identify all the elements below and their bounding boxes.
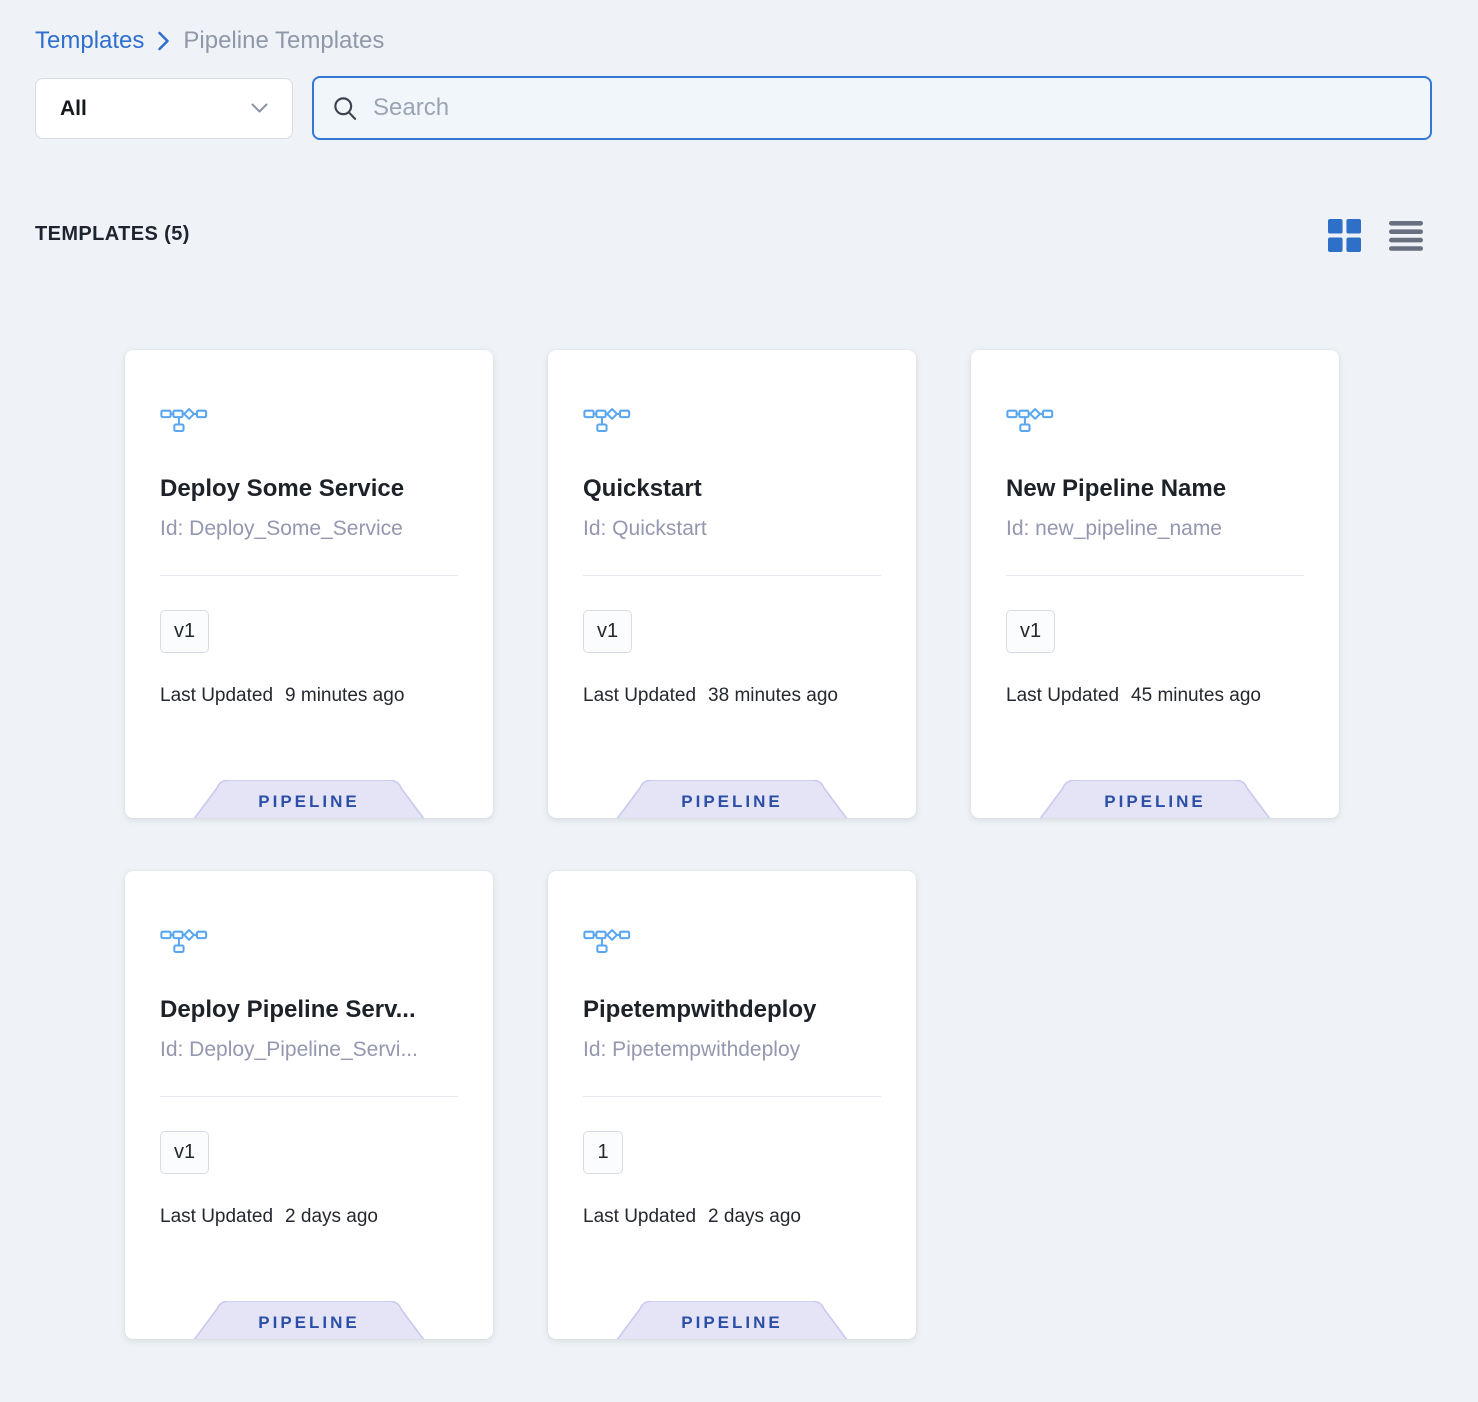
- card-id: Id: Quickstart: [583, 516, 881, 542]
- last-updated-value: 2 days ago: [708, 1206, 801, 1228]
- chevron-right-icon: [157, 30, 170, 52]
- section-title: TEMPLATES (5): [35, 223, 190, 246]
- version-badge: 1: [583, 1131, 623, 1174]
- last-updated-label: Last Updated: [160, 1206, 273, 1228]
- version-badge: v1: [160, 1131, 209, 1174]
- pipeline-badge: PIPELINE: [614, 780, 850, 818]
- last-updated-row: Last Updated 2 days ago: [160, 1206, 458, 1228]
- card-title: Pipetempwithdeploy: [583, 995, 881, 1025]
- pipeline-icon: [160, 926, 208, 954]
- version-badge: v1: [160, 610, 209, 653]
- last-updated-label: Last Updated: [1006, 685, 1119, 707]
- template-card[interactable]: Deploy Some Service Id: Deploy_Some_Serv…: [125, 350, 493, 818]
- version-badge: v1: [1006, 610, 1055, 653]
- chevron-down-icon: [251, 103, 268, 114]
- pipeline-badge: PIPELINE: [614, 1301, 850, 1339]
- pipeline-icon: [160, 405, 208, 433]
- view-toggles: [1328, 219, 1423, 252]
- card-id: Id: Deploy_Some_Service: [160, 516, 458, 542]
- breadcrumb-link-templates[interactable]: Templates: [35, 26, 144, 56]
- pipeline-badge-label: PIPELINE: [614, 780, 850, 818]
- last-updated-label: Last Updated: [583, 685, 696, 707]
- template-card[interactable]: Deploy Pipeline Serv... Id: Deploy_Pipel…: [125, 871, 493, 1339]
- search-box: [312, 76, 1432, 140]
- last-updated-row: Last Updated 9 minutes ago: [160, 685, 458, 707]
- filter-dropdown[interactable]: All: [35, 78, 293, 139]
- last-updated-value: 45 minutes ago: [1131, 685, 1261, 707]
- version-badge: v1: [583, 610, 632, 653]
- last-updated-label: Last Updated: [160, 685, 273, 707]
- grid-view-button[interactable]: [1328, 219, 1361, 252]
- last-updated-row: Last Updated 2 days ago: [583, 1206, 881, 1228]
- pipeline-badge: PIPELINE: [191, 780, 427, 818]
- template-card[interactable]: New Pipeline Name Id: new_pipeline_name …: [971, 350, 1339, 818]
- pipeline-icon: [583, 405, 631, 433]
- pipeline-badge-label: PIPELINE: [1037, 780, 1273, 818]
- last-updated-row: Last Updated 38 minutes ago: [583, 685, 881, 707]
- search-icon: [332, 95, 359, 122]
- pipeline-badge: PIPELINE: [191, 1301, 427, 1339]
- last-updated-row: Last Updated 45 minutes ago: [1006, 685, 1304, 707]
- pipeline-badge-label: PIPELINE: [191, 780, 427, 818]
- template-card-grid: Deploy Some Service Id: Deploy_Some_Serv…: [125, 350, 1339, 1339]
- last-updated-value: 9 minutes ago: [285, 685, 404, 707]
- list-view-button[interactable]: [1389, 221, 1423, 251]
- card-id: Id: Pipetempwithdeploy: [583, 1037, 881, 1063]
- pipeline-badge: PIPELINE: [1037, 780, 1273, 818]
- breadcrumb: Templates Pipeline Templates: [35, 26, 384, 56]
- breadcrumb-current: Pipeline Templates: [183, 26, 384, 56]
- grid-view-icon: [1328, 219, 1361, 252]
- last-updated-value: 2 days ago: [285, 1206, 378, 1228]
- last-updated-label: Last Updated: [583, 1206, 696, 1228]
- pipeline-badge-label: PIPELINE: [614, 1301, 850, 1339]
- list-view-icon: [1389, 221, 1423, 251]
- pipeline-icon: [1006, 405, 1054, 433]
- card-id: Id: Deploy_Pipeline_Servi...: [160, 1037, 458, 1063]
- card-title: New Pipeline Name: [1006, 474, 1304, 504]
- pipeline-icon: [583, 926, 631, 954]
- card-title: Deploy Pipeline Serv...: [160, 995, 458, 1025]
- template-card[interactable]: Pipetempwithdeploy Id: Pipetempwithdeplo…: [548, 871, 916, 1339]
- card-id: Id: new_pipeline_name: [1006, 516, 1304, 542]
- template-card[interactable]: Quickstart Id: Quickstart v1 Last Update…: [548, 350, 916, 818]
- filter-dropdown-value: All: [60, 97, 87, 121]
- card-title: Deploy Some Service: [160, 474, 458, 504]
- last-updated-value: 38 minutes ago: [708, 685, 838, 707]
- card-title: Quickstart: [583, 474, 881, 504]
- pipeline-badge-label: PIPELINE: [191, 1301, 427, 1339]
- search-input[interactable]: [373, 94, 1412, 122]
